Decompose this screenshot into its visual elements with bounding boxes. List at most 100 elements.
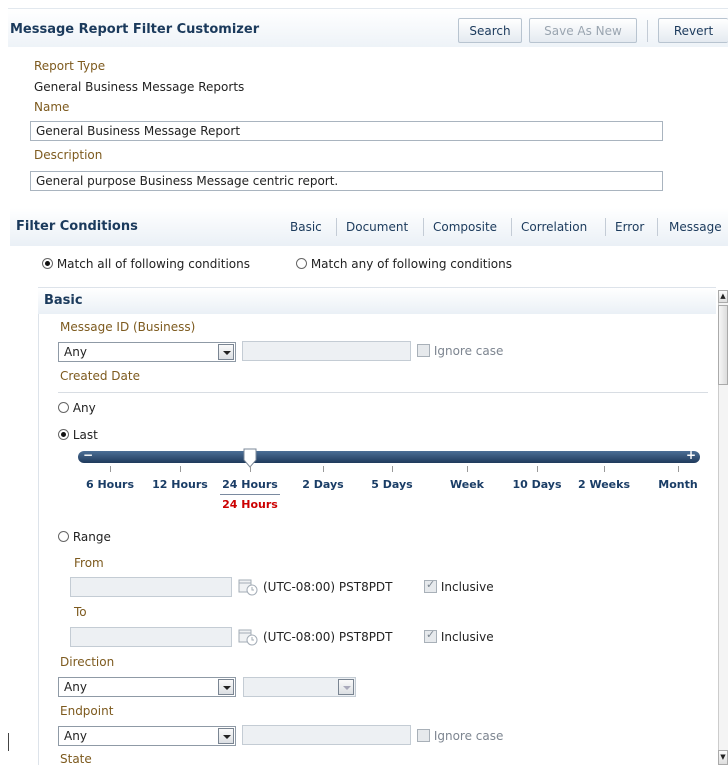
tab-document[interactable]: Document [346, 220, 408, 234]
tab-separator [657, 218, 658, 236]
created-last-option[interactable]: Last [58, 428, 98, 442]
to-inclusive-label: Inclusive [440, 630, 494, 644]
created-last-label: Last [72, 428, 98, 442]
slider-tick [110, 466, 111, 472]
scroll-down-arrow-icon[interactable]: ▼ [718, 750, 728, 765]
slider-tick [323, 466, 324, 472]
slider-selected-value: 24 Hours [222, 498, 278, 511]
toolbar-divider [647, 20, 648, 42]
slider-stop-label[interactable]: 2 Days [283, 478, 363, 491]
from-date-field[interactable] [70, 577, 232, 597]
to-date-field[interactable] [70, 627, 232, 647]
calendar-icon[interactable] [238, 578, 258, 596]
match-any-option[interactable]: Match any of following conditions [296, 257, 512, 271]
slider-tick [250, 466, 251, 472]
chevron-down-icon[interactable] [218, 728, 234, 744]
tab-error[interactable]: Error [615, 220, 644, 234]
name-label: Name [34, 100, 70, 114]
match-any-label: Match any of following conditions [310, 257, 513, 271]
to-inclusive[interactable]: Inclusive [424, 628, 494, 644]
endpoint-ignore-case-label: Ignore case [433, 729, 504, 743]
match-any-radio[interactable] [296, 258, 307, 269]
chevron-down-icon[interactable] [338, 679, 354, 695]
slider-tick [467, 466, 468, 472]
endpoint-select[interactable]: Any [58, 726, 236, 746]
endpoint-label: Endpoint [60, 704, 114, 718]
selected-stop-underline [220, 494, 280, 495]
slider-tick [537, 466, 538, 472]
report-type-value: General Business Message Reports [34, 80, 245, 94]
tab-correlation[interactable]: Correlation [521, 220, 587, 234]
message-id-label: Message ID (Business) [60, 320, 196, 334]
from-inclusive[interactable]: Inclusive [424, 578, 494, 594]
created-last-radio[interactable] [58, 429, 69, 440]
created-any-option[interactable]: Any [58, 401, 96, 415]
created-range-radio[interactable] [58, 531, 69, 542]
text-cursor [8, 733, 9, 751]
divider [58, 392, 708, 393]
ignore-case-checkbox[interactable] [417, 344, 430, 357]
endpoint-value-field[interactable] [242, 725, 411, 745]
direction-label: Direction [60, 655, 115, 669]
match-all-radio[interactable] [42, 258, 53, 269]
chevron-down-icon[interactable] [218, 344, 234, 360]
save-as-new-button[interactable]: Save As New [529, 18, 637, 43]
tab-message[interactable]: Message [669, 220, 722, 234]
created-range-label: Range [72, 530, 111, 544]
direction-select-value: Any [64, 680, 87, 694]
chevron-down-icon[interactable] [218, 679, 234, 695]
tab-separator [511, 218, 512, 236]
description-field[interactable]: General purpose Business Message centric… [30, 171, 663, 191]
from-inclusive-label: Inclusive [440, 580, 494, 594]
tab-basic[interactable]: Basic [290, 220, 322, 234]
message-id-ignore-case[interactable]: Ignore case [417, 344, 503, 358]
from-label: From [74, 556, 104, 570]
report-type-label: Report Type [34, 59, 106, 73]
slider-stop-label[interactable]: 12 Hours [140, 478, 220, 491]
direction-select[interactable]: Any [58, 677, 236, 697]
scroll-up-arrow-icon[interactable]: ▲ [718, 290, 728, 303]
minus-icon[interactable]: − [83, 448, 93, 462]
to-label: To [74, 605, 87, 619]
name-field[interactable]: General Business Message Report [30, 121, 663, 141]
endpoint-ignore-case-checkbox[interactable] [417, 729, 430, 742]
plus-icon[interactable]: + [686, 448, 696, 462]
message-id-value-field[interactable] [242, 341, 411, 361]
slider-tick [180, 466, 181, 472]
direction-second-select[interactable] [243, 677, 356, 697]
slider-thumb[interactable] [243, 448, 257, 468]
to-timezone: (UTC-08:00) PST8PDT [263, 630, 393, 644]
from-inclusive-checkbox[interactable] [424, 578, 437, 593]
created-any-label: Any [72, 401, 96, 415]
tab-separator [336, 218, 337, 236]
revert-button[interactable]: Revert [658, 18, 728, 43]
slider-stop-label[interactable]: 5 Days [352, 478, 432, 491]
slider-stop-label[interactable]: 6 Hours [70, 478, 150, 491]
match-all-label: Match all of following conditions [56, 257, 250, 271]
slider-stop-label[interactable]: 24 Hours [210, 478, 290, 491]
state-label: State [60, 752, 92, 766]
from-timezone: (UTC-08:00) PST8PDT [263, 580, 393, 594]
last-period-slider-track[interactable] [78, 451, 700, 463]
search-button[interactable]: Search [458, 18, 522, 43]
slider-stop-label[interactable]: Month [638, 478, 718, 491]
created-range-option[interactable]: Range [58, 530, 111, 544]
slider-thumb-icon [243, 448, 257, 468]
message-id-select[interactable]: Any [58, 342, 236, 362]
calendar-icon[interactable] [238, 628, 258, 646]
slider-stop-label[interactable]: 2 Weeks [564, 478, 644, 491]
slider-tick [604, 466, 605, 472]
basic-panel-title: Basic [44, 293, 83, 308]
created-any-radio[interactable] [58, 402, 69, 413]
tab-composite[interactable]: Composite [433, 220, 497, 234]
slider-stop-label[interactable]: Week [427, 478, 507, 491]
endpoint-ignore-case[interactable]: Ignore case [417, 729, 503, 743]
ignore-case-label: Ignore case [433, 344, 504, 358]
created-date-label: Created Date [60, 369, 140, 383]
match-all-option[interactable]: Match all of following conditions [42, 257, 250, 271]
to-inclusive-checkbox[interactable] [424, 628, 437, 643]
page-title: Message Report Filter Customizer [10, 22, 260, 37]
message-id-select-value: Any [64, 345, 87, 359]
tab-separator [605, 218, 606, 236]
scroll-thumb[interactable] [718, 305, 728, 385]
